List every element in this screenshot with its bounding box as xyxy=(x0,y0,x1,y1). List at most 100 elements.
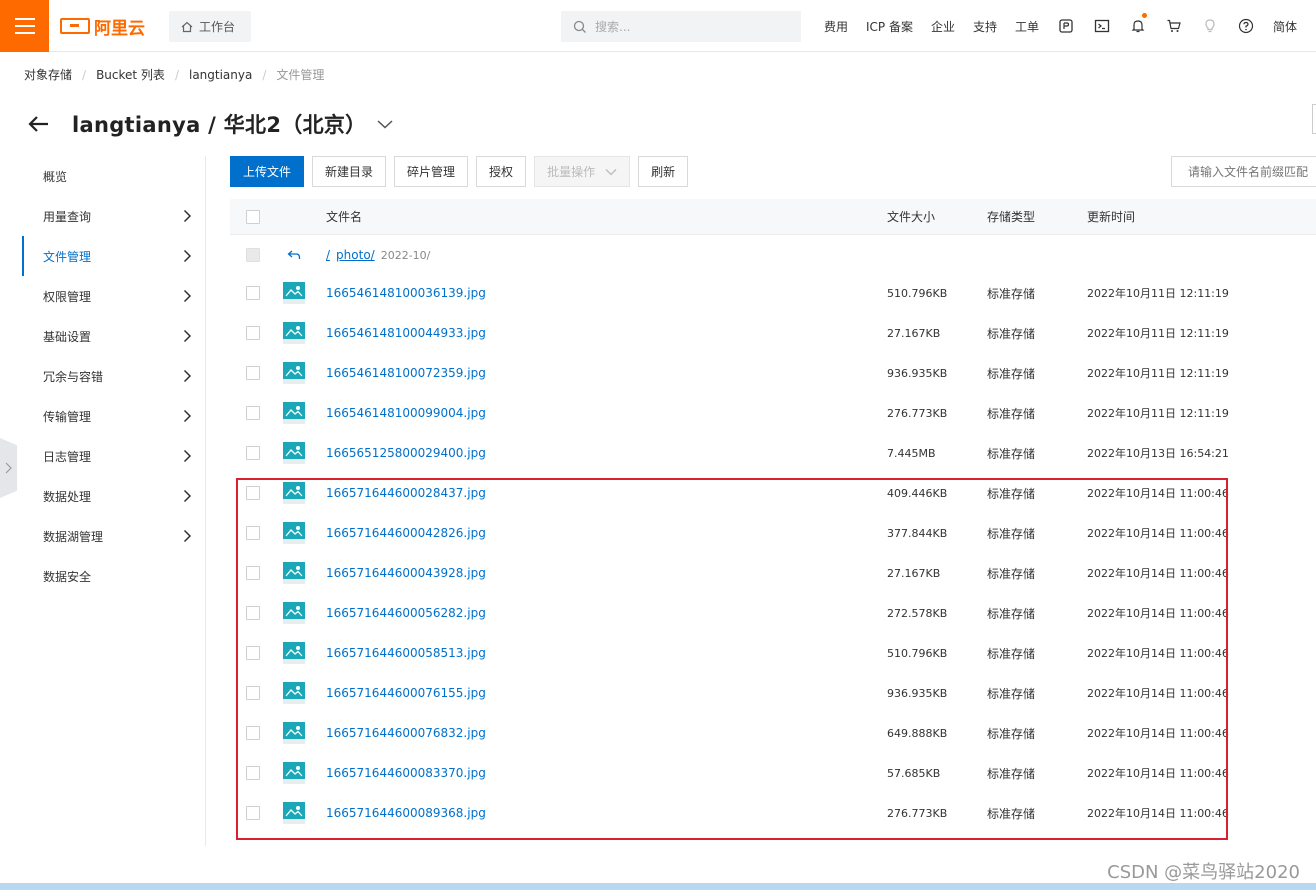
search-placeholder: 搜索... xyxy=(595,20,631,34)
cart-icon[interactable] xyxy=(1156,0,1192,52)
aliyun-logo[interactable]: 阿里云 xyxy=(60,14,145,39)
bottom-bar xyxy=(0,883,1316,890)
file-size: 510.796KB xyxy=(887,646,948,660)
language-switch[interactable]: 简体 xyxy=(1264,18,1306,35)
file-name-link[interactable]: 166546148100072359.jpg xyxy=(326,366,486,380)
file-name-link[interactable]: 166571644600042826.jpg xyxy=(326,526,486,540)
row-checkbox[interactable] xyxy=(246,526,260,540)
row-checkbox[interactable] xyxy=(246,446,260,460)
image-file-icon xyxy=(283,553,305,593)
updated-time: 2022年10月14日 11:00:46 xyxy=(1087,607,1229,620)
sidebar-item-data-security[interactable]: 数据安全 xyxy=(0,556,205,596)
sidebar-item-label: 文件管理 xyxy=(43,249,92,264)
file-name-link[interactable]: 166571644600076832.jpg xyxy=(326,726,486,740)
new-directory-button[interactable]: 新建目录 xyxy=(312,156,387,187)
sidebar-item-permissions[interactable]: 权限管理 xyxy=(0,276,205,316)
row-checkbox[interactable] xyxy=(246,366,260,380)
image-file-icon xyxy=(283,633,305,673)
storage-type: 标准存储 xyxy=(987,406,1036,421)
select-all-checkbox[interactable] xyxy=(246,209,260,224)
file-name-link[interactable]: 166571644600089368.jpg xyxy=(326,806,486,820)
row-checkbox[interactable] xyxy=(246,686,260,700)
edge-button[interactable] xyxy=(1312,104,1316,134)
file-name-link[interactable]: 166565125800029400.jpg xyxy=(326,446,486,460)
sidebar-item-transfer[interactable]: 传输管理 xyxy=(0,396,205,436)
bell-icon[interactable] xyxy=(1120,0,1156,52)
file-name-link[interactable]: 166546148100036139.jpg xyxy=(326,286,486,300)
row-checkbox[interactable] xyxy=(246,486,260,500)
sidebar-item-settings[interactable]: 基础设置 xyxy=(0,316,205,356)
row-checkbox[interactable] xyxy=(246,606,260,620)
breadcrumb-bucket-list[interactable]: Bucket 列表 xyxy=(96,66,165,83)
menu-line xyxy=(14,25,35,27)
lightbulb-icon[interactable] xyxy=(1192,0,1228,52)
file-size: 510.796KB xyxy=(887,286,948,300)
row-checkbox[interactable] xyxy=(246,726,260,740)
nav-billing[interactable]: 费用 xyxy=(815,18,857,35)
sidebar-item-files[interactable]: 文件管理 xyxy=(0,236,205,276)
authorize-button[interactable]: 授权 xyxy=(476,156,527,187)
sidebar-collapse-toggle[interactable] xyxy=(0,438,17,498)
logo-text: 阿里云 xyxy=(94,18,145,39)
sidebar-item-overview[interactable]: 概览 xyxy=(0,156,205,196)
nav-enterprise[interactable]: 企业 xyxy=(922,18,964,35)
header-storage-type: 存储类型 xyxy=(987,210,1036,224)
row-checkbox[interactable] xyxy=(246,806,260,820)
breadcrumb-oss[interactable]: 对象存储 xyxy=(24,66,72,83)
chevron-down-icon[interactable] xyxy=(376,118,394,130)
file-name-link[interactable]: 166571644600083370.jpg xyxy=(326,766,486,780)
help-icon[interactable] xyxy=(1228,0,1264,52)
back-arrow-icon[interactable] xyxy=(26,111,52,137)
file-size: 272.578KB xyxy=(887,606,948,620)
nav-ticket[interactable]: 工单 xyxy=(1006,18,1048,35)
global-search-input[interactable]: 搜索... xyxy=(561,11,801,42)
file-name-link[interactable]: 166571644600043928.jpg xyxy=(326,566,486,580)
breadcrumb-bucket[interactable]: langtianya xyxy=(189,68,252,82)
sidebar-item-label: 冗余与容错 xyxy=(43,369,104,384)
top-nav: 费用 ICP 备案 企业 支持 工单 简体 xyxy=(815,0,1306,52)
row-checkbox[interactable] xyxy=(246,566,260,580)
file-name-link[interactable]: 166546148100044933.jpg xyxy=(326,326,486,340)
nav-icp[interactable]: ICP 备案 xyxy=(857,18,922,35)
row-checkbox[interactable] xyxy=(246,766,260,780)
file-name-link[interactable]: 166571644600056282.jpg xyxy=(326,606,486,620)
sidebar-item-data-lake[interactable]: 数据湖管理 xyxy=(0,516,205,556)
fragment-manage-button[interactable]: 碎片管理 xyxy=(394,156,469,187)
file-size: 377.844KB xyxy=(887,526,948,540)
root-path-link[interactable]: / xyxy=(326,248,330,262)
sidebar-item-redundancy[interactable]: 冗余与容错 xyxy=(0,356,205,396)
sidebar-item-usage[interactable]: 用量查询 xyxy=(0,196,205,236)
chevron-right-icon xyxy=(5,462,12,474)
updated-time: 2022年10月11日 12:11:19 xyxy=(1087,367,1229,380)
file-name-link[interactable]: 166571644600028437.jpg xyxy=(326,486,486,500)
hamburger-menu-button[interactable] xyxy=(0,0,49,52)
sidebar-item-logs[interactable]: 日志管理 xyxy=(0,436,205,476)
file-name-link[interactable]: 166571644600076155.jpg xyxy=(326,686,486,700)
row-checkbox[interactable] xyxy=(246,646,260,660)
chevron-right-icon xyxy=(183,249,192,263)
terminal-icon[interactable] xyxy=(1084,0,1120,52)
chevron-right-icon xyxy=(183,369,192,383)
photo-dir-link[interactable]: photo/ xyxy=(336,248,375,262)
refresh-button[interactable]: 刷新 xyxy=(638,156,689,187)
table-row: 166571644600043928.jpg 27.167KB 标准存储 2022年1… xyxy=(230,553,1316,593)
table-row: 166546148100099004.jpg 276.773KB 标准存储 2022年… xyxy=(230,393,1316,433)
file-name-link[interactable]: 166546148100099004.jpg xyxy=(326,406,486,420)
batch-operation-button[interactable]: 批量操作 xyxy=(534,156,631,187)
nav-support[interactable]: 支持 xyxy=(964,18,1006,35)
chevron-right-icon xyxy=(183,409,192,423)
workbench-button[interactable]: 工作台 xyxy=(169,11,251,42)
table-header: 文件名 文件大小 存储类型 更新时间 xyxy=(230,199,1316,235)
page-title: langtianya / 华北2（北京） xyxy=(72,113,367,137)
file-size: 409.446KB xyxy=(887,486,948,500)
sidebar-item-data-processing[interactable]: 数据处理 xyxy=(0,476,205,516)
return-icon[interactable] xyxy=(287,249,301,261)
row-checkbox[interactable] xyxy=(246,286,260,300)
cloud-shell-icon[interactable] xyxy=(1048,0,1084,52)
row-checkbox[interactable] xyxy=(246,326,260,340)
updated-time: 2022年10月14日 11:00:46 xyxy=(1087,767,1229,780)
filename-prefix-filter-input[interactable] xyxy=(1171,156,1316,187)
file-name-link[interactable]: 166571644600058513.jpg xyxy=(326,646,486,660)
row-checkbox[interactable] xyxy=(246,406,260,420)
upload-file-button[interactable]: 上传文件 xyxy=(230,156,305,187)
